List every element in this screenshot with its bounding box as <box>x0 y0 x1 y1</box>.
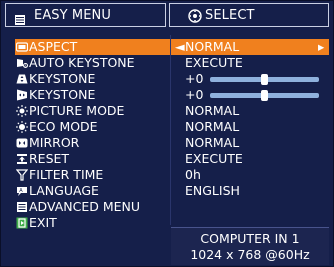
menu-item-label: MIRROR <box>29 135 80 150</box>
auto-keystone-icon: A <box>16 57 28 69</box>
prev-arrow[interactable]: ◄ <box>175 39 185 55</box>
reset-icon <box>16 153 28 165</box>
menu-item-label: FILTER TIME <box>29 167 104 182</box>
svg-text:A: A <box>19 188 23 194</box>
menu-item-value: NORMAL <box>185 103 240 118</box>
eco-mode-icon <box>16 121 28 133</box>
menu-title: EASY MENU <box>34 7 112 23</box>
exit-icon <box>16 217 28 229</box>
menu-list-icon <box>15 10 25 25</box>
menu-item-label: ECO MODE <box>29 119 98 134</box>
menu-item-value: NORMAL <box>185 135 240 150</box>
menu-item-value: 0h <box>185 167 201 182</box>
slider-knob[interactable] <box>261 90 268 101</box>
mirror-icon <box>16 137 28 149</box>
select-circle-icon <box>188 8 202 23</box>
select-hint-bar: SELECT <box>169 3 329 27</box>
menu-item-label: KEYSTONE <box>29 71 96 86</box>
aspect-icon <box>16 41 28 53</box>
menu-item-value: ENGLISH <box>185 183 240 198</box>
menu-item-value: NORMAL <box>185 39 240 54</box>
select-hint: SELECT <box>205 7 255 23</box>
keystone-vertical-slider[interactable] <box>210 74 319 85</box>
input-source-label: COMPUTER IN 1 <box>200 231 300 246</box>
menu-item-label: LANGUAGE <box>29 183 99 198</box>
menu-item-value: EXECUTE <box>185 151 243 166</box>
menu-item-label: ASPECT <box>29 39 78 54</box>
menu-item-label: RESET <box>29 151 70 166</box>
menu-item-value: +0 <box>185 71 204 86</box>
easy-menu-panel: EASY MENU SELECT ASPECT ◄ NORMAL ▸ A AUT… <box>0 0 334 267</box>
signal-resolution-label: 1024 x 768 @60Hz <box>190 247 310 262</box>
filter-time-icon <box>16 169 28 181</box>
menu-item-value: EXECUTE <box>185 55 243 70</box>
menu-item-label: AUTO KEYSTONE <box>29 55 135 70</box>
picture-mode-icon <box>16 105 28 117</box>
menu-item-label: ADVANCED MENU <box>29 199 141 214</box>
column-divider <box>170 35 171 225</box>
menu-item-label: EXIT <box>29 215 57 230</box>
menu-item-value: +0 <box>185 87 204 102</box>
language-icon: A <box>16 185 28 197</box>
input-signal-status: COMPUTER IN 1 1024 x 768 @60Hz <box>171 227 329 265</box>
keystone-horizontal-slider[interactable] <box>210 90 319 101</box>
menu-item-value: NORMAL <box>185 119 240 134</box>
keystone-horizontal-icon <box>16 89 28 101</box>
slider-knob[interactable] <box>261 74 268 85</box>
next-arrow[interactable]: ▸ <box>318 39 324 55</box>
menu-item-label: KEYSTONE <box>29 87 96 102</box>
menu-item-label: PICTURE MODE <box>29 103 125 118</box>
advanced-menu-icon <box>16 201 28 213</box>
menu-title-bar: EASY MENU <box>5 3 166 27</box>
keystone-vertical-icon <box>16 73 28 85</box>
